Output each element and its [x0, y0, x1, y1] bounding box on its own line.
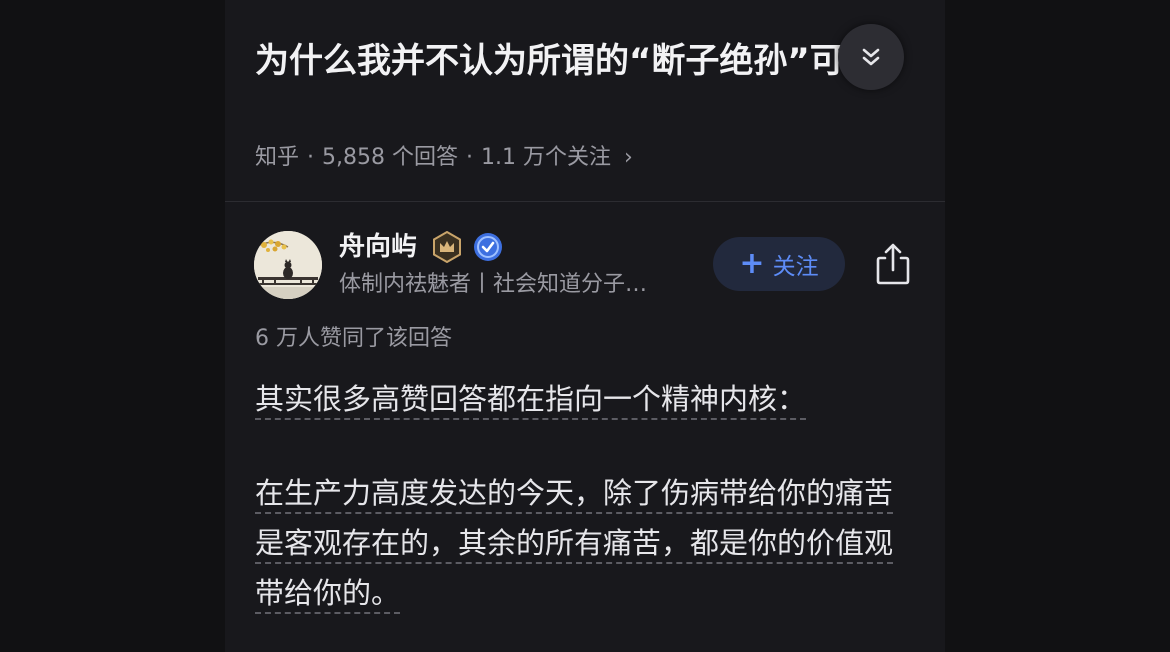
answer-paragraph-text: 在生产力高度发达的今天，除了伤病带给你的痛苦是客观存在的，其余的所有痛苦，都是你… [255, 476, 894, 614]
follow-button[interactable]: + 关注 [713, 237, 845, 291]
answer-page: 为什么我并不认为所谓的“断子绝孙”可怕？ 知乎 · 5,858 个回答 · 1.1 万个… [225, 0, 945, 652]
answer-paragraph: 其实很多高赞回答都在指向一个精神内核： [255, 374, 915, 424]
plus-icon: + [739, 246, 765, 281]
author-bio: 体制内祛魅者丨社会知道分子… [339, 272, 648, 297]
divider [225, 201, 945, 202]
chevron-right-icon: › [623, 145, 633, 170]
question-meta[interactable]: 知乎 · 5,858 个回答 · 1.1 万个关注 › [255, 143, 633, 173]
author-name[interactable]: 舟向屿 [339, 228, 417, 266]
share-icon[interactable] [872, 242, 914, 286]
collapse-button[interactable] [838, 24, 904, 90]
meta-separator: · [466, 145, 473, 170]
answer-paragraph: 在生产力高度发达的今天，除了伤病带给你的痛苦是客观存在的，其余的所有痛苦，都是你… [255, 468, 915, 618]
crown-badge-icon[interactable] [431, 231, 463, 263]
meta-separator: · [307, 145, 315, 170]
follow-count: 1.1 万个关注 [481, 145, 611, 170]
double-chevron-down-icon [862, 48, 880, 66]
avatar[interactable] [254, 231, 322, 299]
right-margin [945, 0, 1170, 652]
answer-count: 5,858 个回答 [322, 145, 458, 170]
answer-paragraph-text: 其实很多高赞回答都在指向一个精神内核： [255, 382, 807, 420]
question-title[interactable]: 为什么我并不认为所谓的“断子绝孙”可怕？ [255, 36, 915, 86]
verified-badge-icon[interactable] [473, 232, 503, 262]
answer-content[interactable]: 其实很多高赞回答都在指向一个精神内核： 在生产力高度发达的今天，除了伤病带给你的… [255, 374, 915, 618]
question-source: 知乎 [255, 145, 300, 170]
avatar-image [254, 231, 322, 299]
left-margin [0, 0, 225, 652]
follow-label: 关注 [772, 254, 819, 280]
voteup-count: 6 万人赞同了该回答 [255, 326, 452, 351]
